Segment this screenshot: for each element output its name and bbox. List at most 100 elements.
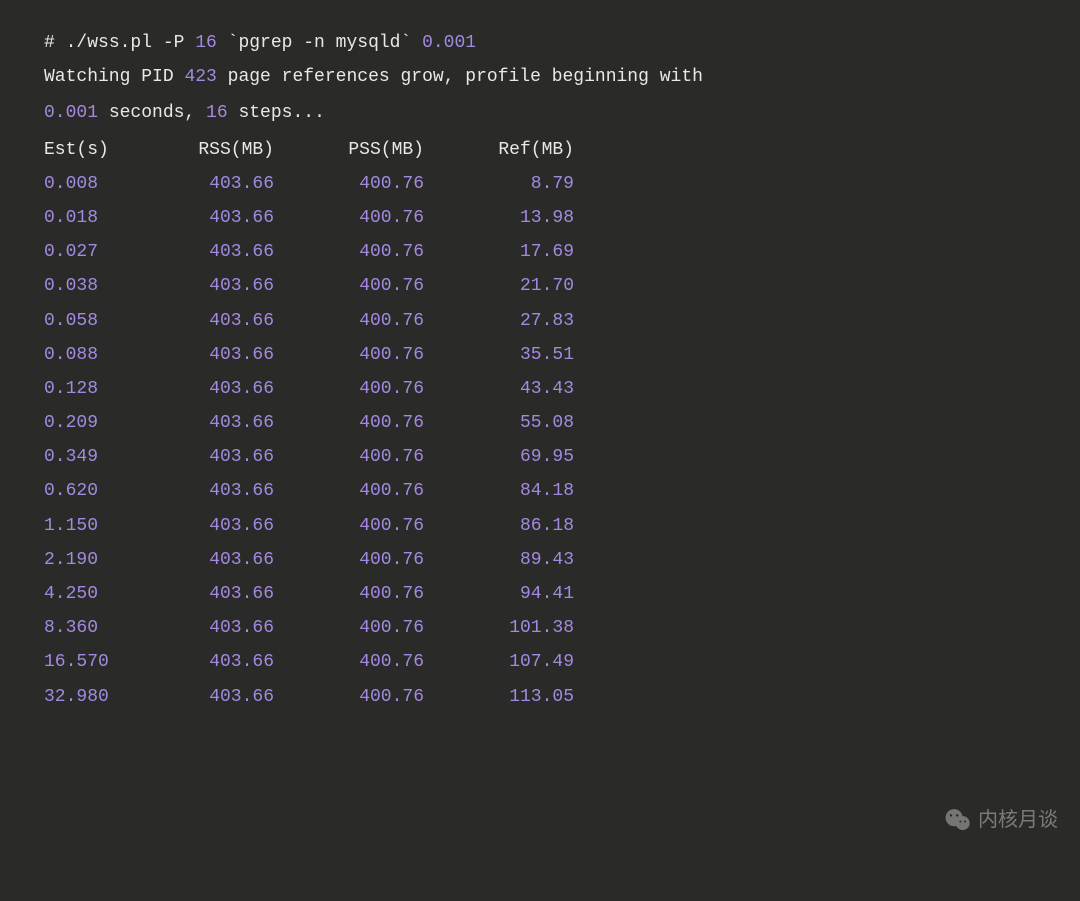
table-row: 0.027403.66400.7617.69 — [44, 235, 1036, 269]
cell-pss: 400.76 — [274, 304, 424, 338]
cell-est: 2.190 — [44, 543, 124, 577]
cell-rss: 403.66 — [124, 611, 274, 645]
command-arg-steps: 16 — [195, 33, 217, 53]
cell-pss: 400.76 — [274, 543, 424, 577]
info-mid1: page references grow, profile beginning … — [217, 67, 714, 87]
cell-rss: 403.66 — [124, 509, 274, 543]
cell-rss: 403.66 — [124, 440, 274, 474]
cell-rss: 403.66 — [124, 680, 274, 714]
table-row: 0.008403.66400.768.79 — [44, 167, 1036, 201]
cell-pss: 400.76 — [274, 167, 424, 201]
cell-ref: 94.41 — [424, 577, 574, 611]
wechat-icon — [944, 806, 972, 834]
command-text-2: `pgrep -n mysqld` — [217, 33, 422, 53]
info-tail: steps... — [228, 103, 325, 123]
info-line-2: 0.001 seconds, 16 steps... — [44, 96, 1036, 130]
table-row: 0.058403.66400.7627.83 — [44, 304, 1036, 338]
cell-ref: 113.05 — [424, 680, 574, 714]
cell-rss: 403.66 — [124, 372, 274, 406]
cell-rss: 403.66 — [124, 543, 274, 577]
cell-pss: 400.76 — [274, 645, 424, 679]
cell-pss: 400.76 — [274, 440, 424, 474]
table-row: 0.018403.66400.7613.98 — [44, 201, 1036, 235]
cell-est: 16.570 — [44, 645, 124, 679]
cell-ref: 86.18 — [424, 509, 574, 543]
cell-pss: 400.76 — [274, 372, 424, 406]
cell-pss: 400.76 — [274, 577, 424, 611]
table-row: 16.570403.66400.76107.49 — [44, 645, 1036, 679]
table-row: 0.088403.66400.7635.51 — [44, 338, 1036, 372]
cell-ref: 107.49 — [424, 645, 574, 679]
pid-value: 423 — [184, 67, 216, 87]
table-row: 0.620403.66400.7684.18 — [44, 474, 1036, 508]
table-row: 0.209403.66400.7655.08 — [44, 406, 1036, 440]
cell-est: 0.018 — [44, 201, 124, 235]
command-text: ./wss.pl -P — [66, 33, 196, 53]
info-pre-pid: Watching PID — [44, 67, 184, 87]
cell-ref: 89.43 — [424, 543, 574, 577]
watermark-text: 内核月谈 — [978, 801, 1058, 839]
cell-rss: 403.66 — [124, 167, 274, 201]
cell-rss: 403.66 — [124, 645, 274, 679]
cell-pss: 400.76 — [274, 338, 424, 372]
cell-rss: 403.66 — [124, 201, 274, 235]
cell-ref: 84.18 — [424, 474, 574, 508]
cell-rss: 403.66 — [124, 269, 274, 303]
cell-est: 32.980 — [44, 680, 124, 714]
cell-rss: 403.66 — [124, 235, 274, 269]
cell-rss: 403.66 — [124, 474, 274, 508]
cell-est: 0.008 — [44, 167, 124, 201]
header-est: Est(s) — [44, 133, 124, 167]
cell-ref: 55.08 — [424, 406, 574, 440]
table-row: 1.150403.66400.7686.18 — [44, 509, 1036, 543]
table-body: 0.008403.66400.768.790.018403.66400.7613… — [44, 167, 1036, 714]
cell-pss: 400.76 — [274, 406, 424, 440]
cell-pss: 400.76 — [274, 680, 424, 714]
seconds-value: 0.001 — [44, 103, 98, 123]
cell-est: 0.027 — [44, 235, 124, 269]
info-line-1: Watching PID 423 page references grow, p… — [44, 60, 1036, 94]
cell-ref: 35.51 — [424, 338, 574, 372]
cell-ref: 21.70 — [424, 269, 574, 303]
cell-ref: 13.98 — [424, 201, 574, 235]
cell-est: 0.038 — [44, 269, 124, 303]
cell-rss: 403.66 — [124, 406, 274, 440]
cell-pss: 400.76 — [274, 201, 424, 235]
cell-rss: 403.66 — [124, 338, 274, 372]
table-row: 0.128403.66400.7643.43 — [44, 372, 1036, 406]
cell-ref: 101.38 — [424, 611, 574, 645]
cell-ref: 17.69 — [424, 235, 574, 269]
table-row: 32.980403.66400.76113.05 — [44, 680, 1036, 714]
cell-rss: 403.66 — [124, 304, 274, 338]
cell-est: 0.088 — [44, 338, 124, 372]
table-row: 2.190403.66400.7689.43 — [44, 543, 1036, 577]
header-rss: RSS(MB) — [124, 133, 274, 167]
cell-est: 0.058 — [44, 304, 124, 338]
cell-ref: 8.79 — [424, 167, 574, 201]
steps-value: 16 — [206, 103, 228, 123]
cell-ref: 69.95 — [424, 440, 574, 474]
cell-ref: 43.43 — [424, 372, 574, 406]
cell-est: 1.150 — [44, 509, 124, 543]
cell-pss: 400.76 — [274, 474, 424, 508]
cell-ref: 27.83 — [424, 304, 574, 338]
cell-rss: 403.66 — [124, 577, 274, 611]
cell-est: 0.209 — [44, 406, 124, 440]
cell-est: 0.620 — [44, 474, 124, 508]
cell-pss: 400.76 — [274, 235, 424, 269]
table-row: 8.360403.66400.76101.38 — [44, 611, 1036, 645]
table-row: 4.250403.66400.7694.41 — [44, 577, 1036, 611]
command-arg-interval: 0.001 — [422, 33, 476, 53]
cell-pss: 400.76 — [274, 509, 424, 543]
table-header-row: Est(s) RSS(MB) PSS(MB) Ref(MB) — [44, 133, 1036, 167]
header-pss: PSS(MB) — [274, 133, 424, 167]
watermark: 内核月谈 — [944, 801, 1058, 839]
shell-prompt: # — [44, 33, 66, 53]
info-mid2-a: seconds, — [98, 103, 206, 123]
command-line: # ./wss.pl -P 16 `pgrep -n mysqld` 0.001 — [44, 26, 1036, 60]
table-row: 0.038403.66400.7621.70 — [44, 269, 1036, 303]
cell-pss: 400.76 — [274, 269, 424, 303]
table-row: 0.349403.66400.7669.95 — [44, 440, 1036, 474]
cell-est: 4.250 — [44, 577, 124, 611]
header-ref: Ref(MB) — [424, 133, 574, 167]
